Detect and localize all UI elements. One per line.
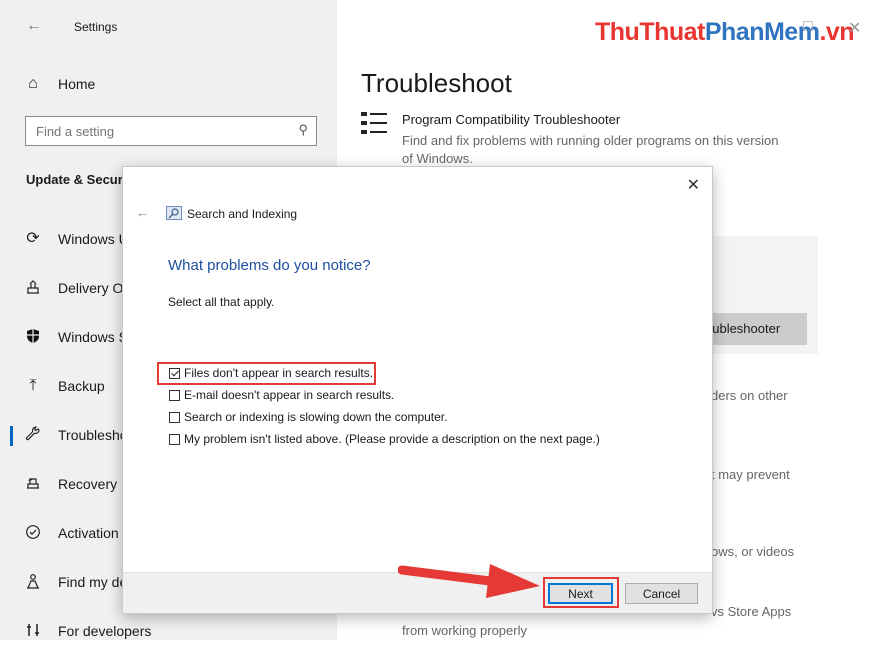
run-troubleshooter-button[interactable]: oubleshooter [711,313,807,345]
sidebar-item-label: Home [58,76,96,92]
option-label: E-mail doesn't appear in search results. [184,388,395,402]
window-title: Settings [74,20,118,34]
next-button[interactable]: Next [548,583,613,604]
close-window-icon[interactable]: ✕ [848,18,861,38]
person-location-icon [24,573,42,591]
brand-watermark: ThuThuatPhanMem.vn [595,18,855,47]
list-icon [361,111,389,137]
upload-icon: ⤒ [29,377,37,394]
sidebar-item-for-developers[interactable]: For developers [0,614,337,650]
cancel-button[interactable]: Cancel [625,583,698,604]
description-fragment: vs Store Apps [711,604,792,619]
description-fragment: from working properly [402,623,527,638]
search-indexing-dialog: ✕ ← Search and Indexing What problems do… [122,166,713,614]
search-icon[interactable]: ⚲ [298,122,308,138]
sidebar-item-label: Recovery [58,476,118,492]
sidebar-item-label: Find my de [58,574,128,590]
highlight-box [157,362,376,385]
sidebar-item-label: Activation [58,525,119,541]
maximize-icon[interactable]: □ [803,18,813,36]
checkbox[interactable] [169,434,180,445]
back-arrow-icon[interactable]: ← [26,17,42,35]
checkbox[interactable] [169,390,180,401]
description-fragment: ders on other [711,388,788,403]
dialog-close-icon[interactable]: ✕ [687,175,700,195]
sidebar-item-label: Troublesho [58,427,128,443]
option-label: My problem isn't listed above. (Please p… [184,432,600,446]
page-title: Troubleshoot [361,68,512,98]
shield-icon [24,328,42,346]
dialog-heading: What problems do you notice? [168,257,371,274]
sidebar-item-label: Backup [58,378,105,394]
search-input[interactable] [36,122,276,140]
red-arrow-icon [398,564,540,598]
troubleshooter-title[interactable]: Program Compatibility Troubleshooter [402,112,620,127]
section-title: Update & Secur [26,172,123,187]
sidebar-item-home[interactable]: ⌂ Home [0,67,337,103]
recovery-icon [24,475,42,493]
developer-icon [24,622,42,640]
description-fragment: t may prevent [711,467,790,482]
home-icon: ⌂ [28,75,38,92]
wrench-icon [24,426,42,444]
sidebar-item-label: Delivery Op [58,280,132,296]
checkbox[interactable] [169,412,180,423]
search-indexing-icon [166,206,182,220]
sidebar-item-label: Windows S [58,329,129,345]
brand-part-1: ThuThuat [595,18,705,46]
sidebar-item-label: For developers [58,623,152,639]
dialog-subheading: Select all that apply. [168,295,275,309]
dialog-back-icon[interactable]: ← [136,205,149,220]
description-fragment: ows, or videos [711,544,795,559]
check-circle-icon [24,524,42,542]
troubleshooter-description: Find and fix problems with running older… [402,133,779,166]
option-label: Search or indexing is slowing down the c… [184,410,448,424]
sidebar-item-label: Windows U [58,231,129,247]
sync-icon: ⟳ [26,230,40,247]
delivery-icon [24,279,42,297]
search-box[interactable]: ⚲ [25,116,317,146]
dialog-app-title: Search and Indexing [187,207,298,221]
